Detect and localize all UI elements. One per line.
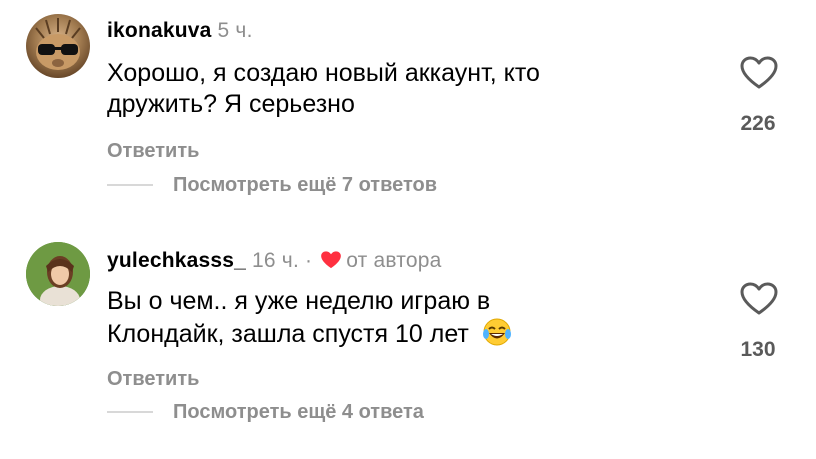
heart-outline-icon[interactable]	[740, 56, 778, 90]
comment-text-line: Клондайк, зашла спустя 10 лет	[107, 320, 469, 348]
heart-outline-icon[interactable]	[740, 282, 778, 316]
comment-text-line: Вы о чем.. я уже неделю играю в	[107, 287, 491, 315]
tears-of-joy-emoji-icon	[482, 318, 511, 346]
thread-divider	[107, 184, 153, 186]
username[interactable]: yulechkasss_	[107, 249, 246, 272]
avatar[interactable]	[26, 242, 90, 306]
cat-avatar-icon	[35, 18, 81, 70]
author-liked-heart-icon	[321, 251, 342, 269]
like-count: 226	[740, 112, 776, 135]
view-more-replies-button[interactable]: Посмотреть ещё 4 ответа	[107, 397, 424, 427]
comment-header: yulechkasss_ 16 ч. · от автора	[107, 249, 442, 273]
view-more-replies-button[interactable]: Посмотреть ещё 7 ответов	[107, 170, 437, 200]
comment-time: 5 ч.	[217, 19, 253, 42]
comment-time: 16 ч.	[252, 249, 299, 272]
comment-header: ikonakuva 5 ч.	[107, 19, 253, 43]
view-more-replies-label: Посмотреть ещё 4 ответа	[173, 400, 424, 423]
avatar[interactable]	[26, 14, 90, 78]
reply-button[interactable]: Ответить	[107, 140, 199, 163]
comment-text: Вы о чем.. я уже неделю играю в Клондайк…	[107, 286, 647, 350]
girl-avatar-icon	[26, 242, 90, 306]
comment-text-line: Хорошо, я создаю новый аккаунт, кто	[107, 59, 540, 87]
thread-divider	[107, 411, 153, 413]
meta-separator: ·	[304, 249, 313, 272]
comment-text-line: дружить? Я серьезно	[107, 90, 355, 118]
view-more-replies-label: Посмотреть ещё 7 ответов	[173, 173, 438, 196]
author-badge: от автора	[346, 249, 442, 272]
comment-text-line-2: Клондайк, зашла спустя 10 лет	[107, 317, 647, 350]
reply-button[interactable]: Ответить	[107, 368, 199, 391]
comment-text: Хорошо, я создаю новый аккаунт, кто друж…	[107, 58, 647, 120]
like-count: 130	[740, 338, 776, 361]
username[interactable]: ikonakuva	[107, 19, 212, 42]
